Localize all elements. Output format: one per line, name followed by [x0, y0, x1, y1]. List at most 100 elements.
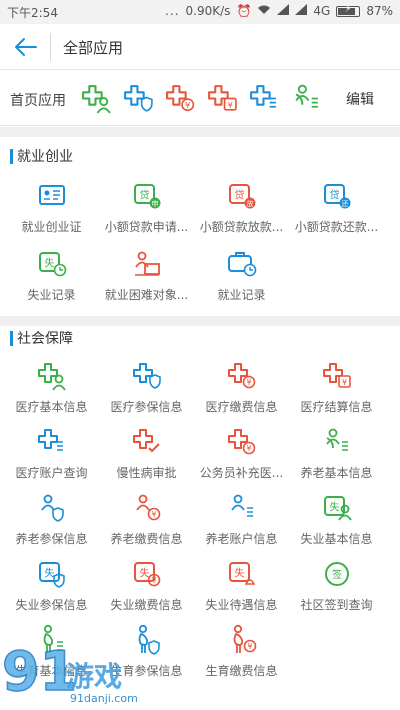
- app-tile-label: 医疗参保信息: [110, 400, 183, 414]
- hardship-icon: [131, 248, 163, 280]
- app-tile[interactable]: 医疗账户查询: [0, 426, 95, 491]
- unemployment-benefit-icon: 失: [226, 558, 258, 590]
- svg-text:¥: ¥: [247, 642, 252, 651]
- app-tile-label: 就业记录: [217, 288, 266, 302]
- svg-text:失: 失: [140, 567, 150, 580]
- home-apps-label: 首页应用: [10, 93, 66, 109]
- app-tile-label: 就业创业证: [21, 220, 82, 234]
- app-tile[interactable]: ¥ 养老缴费信息: [95, 492, 190, 557]
- app-tile[interactable]: 就业困难对象...: [95, 248, 190, 313]
- app-tile[interactable]: 失失业记录: [0, 248, 95, 313]
- app-tile-label: 医疗缴费信息: [205, 400, 278, 414]
- wifi-icon: [257, 4, 271, 18]
- app-tile-label: 失业待遇信息: [205, 598, 278, 612]
- status-time: 下午2:54: [7, 6, 58, 20]
- app-tile[interactable]: ¥ 生育缴费信息: [190, 624, 285, 689]
- section-accent-bar: [10, 148, 13, 164]
- app-tile-label: 就业困难对象...: [104, 288, 189, 302]
- app-tile[interactable]: 养老账户信息: [190, 492, 285, 557]
- loan-apply-icon: 贷申: [131, 180, 163, 212]
- community-checkin-icon: 签: [321, 558, 353, 590]
- app-tile[interactable]: 医疗基本信息: [0, 360, 95, 425]
- svg-text:贷: 贷: [330, 189, 340, 202]
- app-tile-label: 失业缴费信息: [110, 598, 183, 612]
- pension-account-icon: [226, 492, 258, 524]
- title-divider: [50, 33, 51, 61]
- status-bar: 下午2:54 ... 0.90K/s ⏰ 4G ⚡ 87%: [0, 0, 400, 24]
- svg-text:游戏: 游戏: [66, 660, 122, 693]
- app-tile[interactable]: 医疗参保信息: [95, 360, 190, 425]
- app-tile-label: 小额贷款申请...: [104, 220, 189, 234]
- app-tile-label: 医疗账户查询: [15, 466, 88, 480]
- app-tile[interactable]: ¥ 医疗结算信息: [285, 360, 380, 425]
- section-header: 社会保障: [10, 329, 73, 347]
- medical-payment-icon[interactable]: ¥: [164, 82, 197, 115]
- medical-insurance-icon: [131, 360, 163, 392]
- svg-text:失: 失: [45, 567, 55, 580]
- card-icon: [36, 180, 68, 212]
- medical-settlement-icon[interactable]: ¥: [206, 82, 239, 115]
- app-tile[interactable]: ¥ 医疗缴费信息: [190, 360, 285, 425]
- unemployment-record-icon: 失: [36, 248, 68, 280]
- maternity-payment-icon: ¥: [226, 624, 258, 656]
- svg-text:还: 还: [342, 200, 349, 208]
- svg-text:¥: ¥: [151, 576, 156, 585]
- battery-icon: ⚡: [336, 4, 361, 17]
- app-tile[interactable]: 签社区签到查询: [285, 558, 380, 623]
- network-type: 4G: [313, 4, 331, 18]
- pension-info-icon: [321, 426, 353, 458]
- section-title: 就业创业: [17, 149, 73, 165]
- unemployment-payment-icon: 失 ¥: [131, 558, 163, 590]
- svg-text:放: 放: [247, 199, 254, 208]
- app-tile[interactable]: 失失业待遇信息: [190, 558, 285, 623]
- app-tile[interactable]: 养老参保信息: [0, 492, 95, 557]
- loan-release-icon: 贷放: [226, 180, 258, 212]
- title-bar: 全部应用: [0, 24, 400, 70]
- app-tile[interactable]: 贷放小额贷款放款...: [190, 180, 285, 245]
- svg-text:¥: ¥: [185, 100, 190, 110]
- section-gap-2: [0, 317, 400, 326]
- signal-icon: [277, 4, 290, 18]
- app-tile[interactable]: 就业记录: [190, 248, 285, 313]
- app-tile-label: 失业参保信息: [15, 598, 88, 612]
- watermark-logo: 91 游戏 91danji.com: [0, 639, 180, 710]
- loan-repay-icon: 贷还: [321, 180, 353, 212]
- section-gap: [0, 127, 400, 137]
- chronic-approval-icon: [131, 426, 163, 458]
- app-tile[interactable]: 失失业参保信息: [0, 558, 95, 623]
- app-tile-label: 失业基本信息: [300, 532, 373, 546]
- section-title: 社会保障: [17, 331, 73, 347]
- medical-account-icon[interactable]: [248, 82, 281, 115]
- app-tile[interactable]: 失 ¥ 失业缴费信息: [95, 558, 190, 623]
- edit-button[interactable]: 编辑: [346, 89, 374, 109]
- app-tile[interactable]: 养老基本信息: [285, 426, 380, 491]
- app-tile[interactable]: 慢性病审批: [95, 426, 190, 491]
- app-tile-label: 医疗结算信息: [300, 400, 373, 414]
- medical-info-icon[interactable]: [80, 82, 113, 115]
- app-tile[interactable]: 就业创业证: [0, 180, 95, 245]
- network-speed: 0.90K/s: [185, 4, 231, 18]
- unemployment-info-icon: 失: [321, 492, 353, 524]
- app-tile[interactable]: 失失业基本信息: [285, 492, 380, 557]
- medical-settlement-icon: ¥: [321, 360, 353, 392]
- civil-servant-icon: ¥: [226, 426, 258, 458]
- section-header: 就业创业: [10, 147, 73, 165]
- svg-text:贷: 贷: [140, 189, 150, 202]
- alarm-icon: ⏰: [236, 4, 252, 18]
- unemployment-insurance-icon: 失: [36, 558, 68, 590]
- app-tile-label: 失业记录: [27, 288, 76, 302]
- back-button[interactable]: [8, 30, 44, 64]
- battery-percent: 87%: [366, 4, 393, 18]
- app-tile[interactable]: ¥ 公务员补充医...: [190, 426, 285, 491]
- svg-text:¥: ¥: [246, 444, 251, 453]
- svg-text:签: 签: [332, 568, 342, 581]
- app-tile[interactable]: 贷申小额贷款申请...: [95, 180, 190, 245]
- app-tile[interactable]: 贷还小额贷款还款...: [285, 180, 380, 245]
- svg-text:失: 失: [330, 501, 340, 514]
- home-apps-icons: ¥ ¥: [80, 82, 323, 115]
- medical-insurance-icon[interactable]: [122, 82, 155, 115]
- watermark-url: 91danji.com: [70, 692, 138, 705]
- pension-insurance-icon: [36, 492, 68, 524]
- svg-text:申: 申: [152, 199, 159, 208]
- pension-info-icon[interactable]: [290, 82, 323, 115]
